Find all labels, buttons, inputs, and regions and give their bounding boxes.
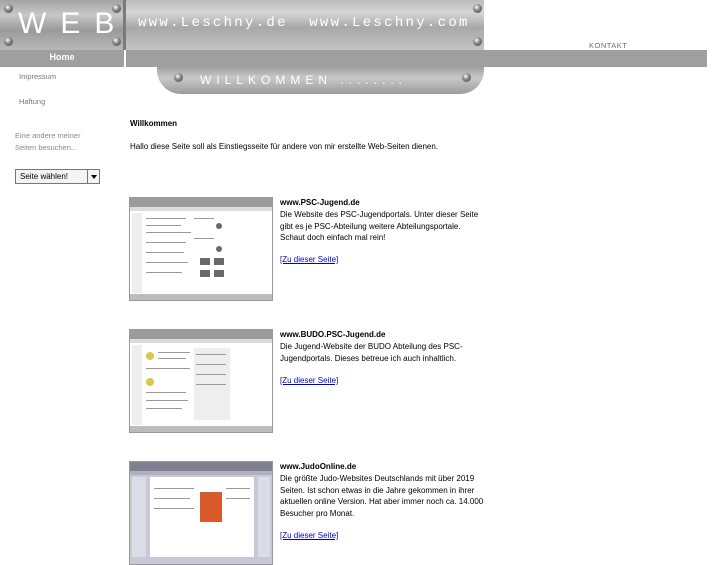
kontakt-link[interactable]: KONTAKT — [589, 41, 627, 50]
entry-description-psc-jugend: Die Website des PSC-Jugendportals. Unter… — [280, 210, 479, 242]
bolt-icon — [462, 73, 471, 82]
bolt-icon — [4, 37, 13, 46]
sidebar-visit-text: Eine andere meiner Seiten besuchen... — [15, 130, 110, 154]
bolt-icon — [112, 37, 121, 46]
welcome-banner-text: WILLKOMMEN ........ — [200, 73, 408, 87]
entry-title-judoonline: www.JudoOnline.de — [280, 462, 357, 471]
entry-description-judoonline: Die größte Judo-Websites Deutschlands mi… — [280, 474, 484, 518]
site-screenshot-psc-jugend[interactable] — [129, 197, 273, 301]
entry-title-psc-jugend: www.PSC-Jugend.de — [280, 198, 360, 207]
nav-separator — [124, 50, 126, 67]
entry-description-budo: Die Jugend-Website der BUDO Abteilung de… — [280, 342, 463, 363]
entry-link-budo[interactable]: [Zu dieser Seite] — [280, 376, 338, 385]
entry-title-budo: www.BUDO.PSC-Jugend.de — [280, 330, 386, 339]
nav-home-link[interactable]: Home — [0, 52, 124, 62]
bolt-icon — [4, 4, 13, 13]
site-select-value: Seite wählen! — [20, 172, 69, 181]
content-title: Willkommen — [130, 119, 178, 128]
sidebar-link-haftung[interactable]: Haftung — [19, 97, 45, 106]
bolt-icon — [112, 4, 121, 13]
site-screenshot-judoonline[interactable] — [129, 461, 273, 565]
header-url-text: www.Leschny.de www.Leschny.com — [138, 15, 470, 31]
entry-link-judoonline[interactable]: [Zu dieser Seite] — [280, 531, 338, 540]
bolt-icon — [473, 4, 482, 13]
bolt-icon — [473, 37, 482, 46]
site-screenshot-budo[interactable] — [129, 329, 273, 433]
sidebar-visit-line: Eine andere meiner — [15, 131, 81, 140]
sidebar-link-impressum[interactable]: Impressum — [19, 72, 56, 81]
header-logo-text: WEB — [18, 7, 129, 40]
sidebar-visit-line: Seiten besuchen... — [15, 143, 78, 152]
content-intro: Hallo diese Seite soll als Einstiegsseit… — [130, 142, 439, 151]
bolt-icon — [174, 73, 183, 82]
chevron-down-icon — [91, 175, 97, 179]
entry-link-psc-jugend[interactable]: [Zu dieser Seite] — [280, 255, 338, 264]
